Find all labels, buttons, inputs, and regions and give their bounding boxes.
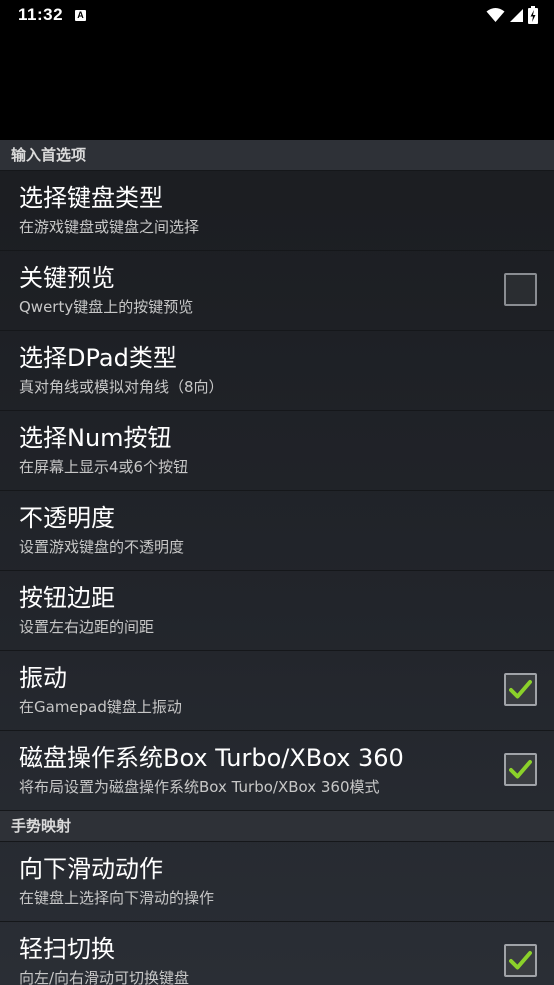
pref-title: 轻扫切换 bbox=[19, 935, 115, 963]
pref-swipe-switch[interactable]: 轻扫切换 向左/向右滑动可切换键盘 bbox=[0, 922, 554, 985]
pref-key-preview[interactable]: 关键预览 Qwerty键盘上的按键预览 bbox=[0, 251, 554, 331]
pref-title: 关键预览 bbox=[19, 264, 115, 292]
pref-subtitle: 在Gamepad键盘上振动 bbox=[19, 698, 182, 716]
wifi-icon bbox=[486, 8, 505, 22]
pref-title: 向下滑动动作 bbox=[19, 855, 163, 883]
pref-vibration[interactable]: 振动 在Gamepad键盘上振动 bbox=[0, 651, 554, 731]
pref-keyboard-type[interactable]: 选择键盘类型 在游戏键盘或键盘之间选择 bbox=[0, 171, 554, 251]
pref-title: 选择Num按钮 bbox=[19, 424, 172, 452]
signal-icon bbox=[510, 9, 523, 22]
pref-title: 选择键盘类型 bbox=[19, 184, 163, 212]
pref-title: 按钮边距 bbox=[19, 584, 115, 612]
pref-dosbox-turbo-xbox[interactable]: 磁盘操作系统Box Turbo/XBox 360 将布局设置为磁盘操作系统Box… bbox=[0, 731, 554, 811]
pref-subtitle: Qwerty键盘上的按键预览 bbox=[19, 298, 194, 316]
checkmark-icon bbox=[509, 680, 532, 699]
pref-subtitle: 在游戏键盘或键盘之间选择 bbox=[19, 218, 200, 236]
app-top-area bbox=[0, 30, 554, 140]
pref-subtitle: 将布局设置为磁盘操作系统Box Turbo/XBox 360模式 bbox=[19, 778, 380, 796]
pref-title: 选择DPad类型 bbox=[19, 344, 177, 372]
pref-opacity[interactable]: 不透明度 设置游戏键盘的不透明度 bbox=[0, 491, 554, 571]
section-header-input: 输入首选项 bbox=[0, 140, 554, 171]
dosbox-turbo-checkbox[interactable] bbox=[504, 753, 537, 786]
status-time: 11:32 bbox=[18, 5, 64, 24]
status-icons bbox=[486, 6, 538, 24]
notification-a-icon: A bbox=[75, 9, 87, 21]
pref-subtitle: 真对角线或模拟对角线（8向） bbox=[19, 378, 224, 396]
pref-subtitle: 向左/向右滑动可切换键盘 bbox=[19, 969, 190, 985]
pref-subtitle: 在键盘上选择向下滑动的操作 bbox=[19, 889, 215, 907]
pref-subtitle: 设置左右边距的间距 bbox=[19, 618, 155, 636]
status-bar: 11:32 A bbox=[0, 0, 554, 30]
pref-title: 磁盘操作系统Box Turbo/XBox 360 bbox=[19, 744, 404, 772]
pref-dpad-type[interactable]: 选择DPad类型 真对角线或模拟对角线（8向） bbox=[0, 331, 554, 411]
pref-subtitle: 在屏幕上显示4或6个按钮 bbox=[19, 458, 189, 476]
pref-swipe-down-action[interactable]: 向下滑动动作 在键盘上选择向下滑动的操作 bbox=[0, 842, 554, 922]
pref-button-margin[interactable]: 按钮边距 设置左右边距的间距 bbox=[0, 571, 554, 651]
pref-subtitle: 设置游戏键盘的不透明度 bbox=[19, 538, 185, 556]
checkmark-icon bbox=[509, 760, 532, 779]
settings-list[interactable]: 输入首选项 选择键盘类型 在游戏键盘或键盘之间选择 关键预览 Qwerty键盘上… bbox=[0, 140, 554, 985]
vibration-checkbox[interactable] bbox=[504, 673, 537, 706]
pref-num-buttons[interactable]: 选择Num按钮 在屏幕上显示4或6个按钮 bbox=[0, 411, 554, 491]
pref-title: 振动 bbox=[19, 664, 67, 692]
checkmark-icon bbox=[509, 951, 532, 970]
swipe-switch-checkbox[interactable] bbox=[504, 944, 537, 977]
key-preview-checkbox[interactable] bbox=[504, 273, 537, 306]
pref-title: 不透明度 bbox=[19, 504, 115, 532]
battery-charging-icon bbox=[528, 6, 538, 24]
section-header-gesture: 手势映射 bbox=[0, 811, 554, 842]
